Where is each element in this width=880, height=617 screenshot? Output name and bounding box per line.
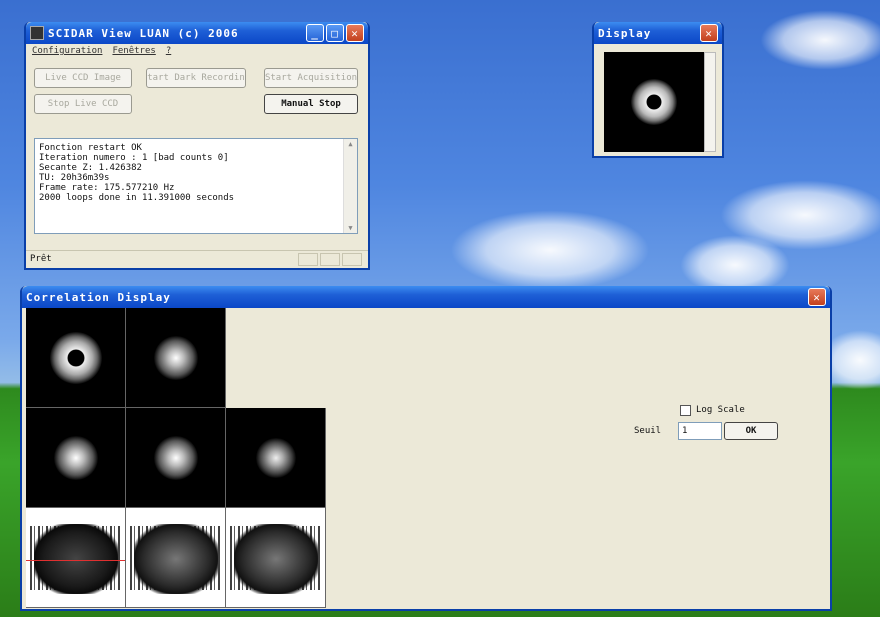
correlation-cell [126, 508, 226, 608]
status-cell [298, 253, 318, 266]
desktop-cloud [760, 10, 880, 70]
acquisition-button[interactable]: Start Acquisition [264, 68, 358, 88]
window-title: SCIDAR View LUAN (c) 2006 [48, 26, 239, 40]
log-line: Fonction restart OK [39, 143, 142, 153]
correlation-title-bar[interactable]: Correlation Display ✕ [22, 286, 830, 308]
display-image [604, 52, 704, 152]
log-line: Frame rate: 175.577210 Hz [39, 183, 175, 193]
noise-pattern [133, 524, 218, 595]
maximize-icon[interactable]: □ [326, 24, 344, 42]
donut-image-icon [49, 331, 102, 384]
menu-help[interactable]: ? [166, 46, 171, 58]
desktop-cloud [450, 210, 650, 290]
ok-button[interactable]: OK [724, 422, 778, 440]
donut-image-icon [631, 79, 677, 125]
scidar-window: SCIDAR View LUAN (c) 2006 _ □ ✕ Configur… [24, 22, 370, 270]
log-line: 2000 loops done in 11.391000 seconds [39, 193, 235, 203]
scidar-title-bar[interactable]: SCIDAR View LUAN (c) 2006 _ □ ✕ [26, 22, 368, 44]
glow-spot-icon [153, 435, 198, 480]
manual-stop-button[interactable]: Manual Stop [264, 94, 358, 114]
glow-spot-icon [153, 335, 198, 380]
stop-live-ccd-button[interactable]: Stop Live CCD [34, 94, 132, 114]
correlation-cell [226, 408, 326, 508]
correlation-title: Correlation Display [26, 290, 171, 304]
live-ccd-button[interactable]: Live CCD Image [34, 68, 132, 88]
noise-pattern [233, 524, 318, 595]
glow-spot-icon [255, 437, 296, 478]
display-window: Display ✕ [592, 22, 724, 158]
red-marker-line [26, 560, 125, 561]
correlation-cell [226, 508, 326, 608]
log-scale-checkbox[interactable] [680, 405, 691, 416]
log-line: Secante Z: 1.426382 [39, 163, 142, 173]
status-text: Prêt [30, 254, 52, 264]
minimize-icon[interactable]: _ [306, 24, 324, 42]
correlation-cell [126, 308, 226, 408]
display-title-bar[interactable]: Display ✕ [594, 22, 722, 44]
menu-configuration[interactable]: Configuration [32, 46, 102, 58]
display-scrollbar[interactable] [704, 52, 716, 152]
log-output: Fonction restart OK Iteration numero : 1… [34, 138, 358, 234]
seuil-label: Seuil [634, 426, 662, 436]
menu-fenetres[interactable]: Fenêtres [112, 46, 155, 58]
correlation-cell [26, 408, 126, 508]
scroll-down-icon[interactable]: ▼ [344, 223, 357, 233]
log-scrollbar[interactable]: ▲ ▼ [343, 139, 357, 233]
glow-spot-icon [53, 435, 98, 480]
dark-recording-button[interactable]: Start Dark Recording [146, 68, 246, 88]
menu-bar: Configuration Fenêtres ? [26, 44, 368, 60]
status-cell [320, 253, 340, 266]
display-title: Display [598, 26, 652, 40]
status-cell [342, 253, 362, 266]
scroll-up-icon[interactable]: ▲ [344, 139, 357, 149]
log-line: TU: 20h36m39s [39, 173, 110, 183]
log-line: Iteration numero : 1 [bad counts 0] [39, 153, 229, 163]
correlation-cell [126, 408, 226, 508]
log-scale-label: Log Scale [696, 405, 745, 415]
seuil-input[interactable] [678, 422, 722, 440]
correlation-window: Correlation Display ✕ Log Scale Seuil OK [20, 286, 832, 611]
correlation-cell [26, 308, 126, 408]
correlation-cell [26, 508, 126, 608]
status-bar: Prêt [26, 250, 368, 268]
close-icon[interactable]: ✕ [346, 24, 364, 42]
close-icon[interactable]: ✕ [700, 24, 718, 42]
close-icon[interactable]: ✕ [808, 288, 826, 306]
app-icon [30, 26, 44, 40]
